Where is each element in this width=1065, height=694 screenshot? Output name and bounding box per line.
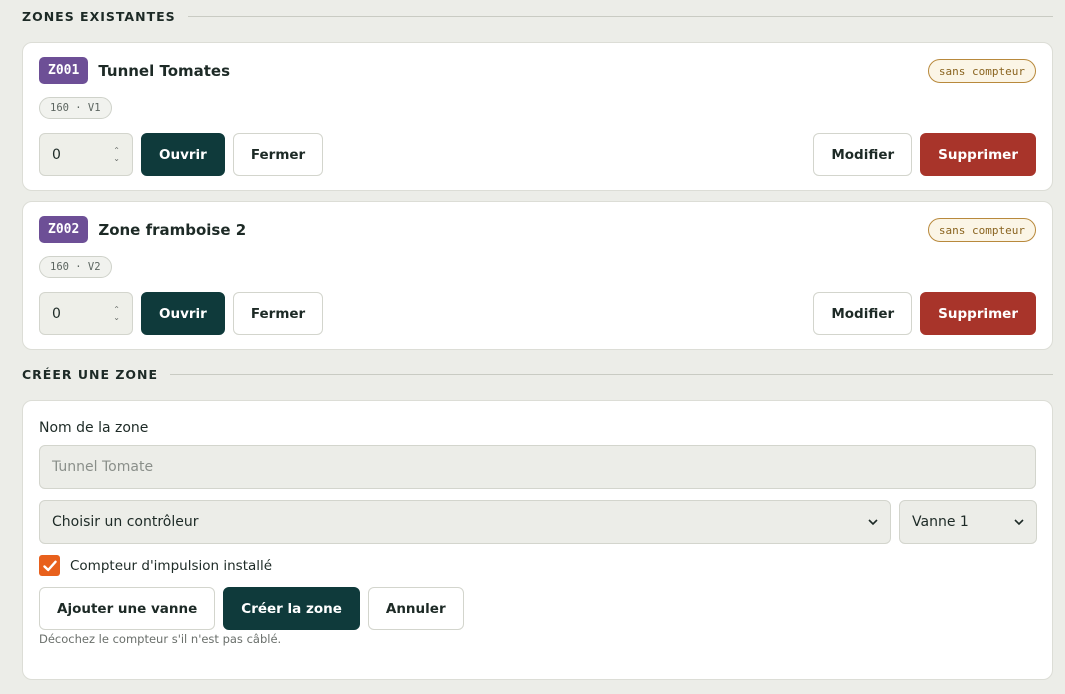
existing-zones-header: ZONES EXISTANTES — [22, 9, 1053, 24]
cancel-button[interactable]: Annuler — [367, 587, 464, 630]
form-actions: Ajouter une vanne Créer la zone Annuler — [39, 587, 464, 630]
zone-name-input[interactable]: Tunnel Tomate — [39, 445, 1036, 489]
open-button[interactable]: Ouvrir — [141, 133, 225, 176]
close-button[interactable]: Fermer — [232, 133, 324, 176]
zone-code-badge: Z002 — [39, 216, 89, 243]
zone-meta-badge: 160 · V2 — [39, 256, 112, 278]
delete-button[interactable]: Supprimer — [920, 133, 1036, 176]
duration-value: 0 — [52, 305, 61, 322]
edit-button[interactable]: Modifier — [813, 133, 913, 176]
counter-checkbox-row: Compteur d'impulsion installé — [39, 555, 272, 576]
chevron-down-icon — [868, 516, 878, 529]
duration-input[interactable]: 0 ⌃ ⌄ — [39, 292, 133, 335]
duration-value: 0 — [52, 146, 61, 163]
section-divider — [187, 16, 1053, 17]
zone-card: Z001 Tunnel Tomates sans compteur 160 · … — [22, 42, 1053, 191]
section-title: CRÉER UNE ZONE — [22, 367, 159, 382]
zone-name: Tunnel Tomates — [98, 61, 231, 80]
chevron-down-icon — [1014, 516, 1024, 529]
counter-checkbox[interactable] — [39, 555, 60, 576]
delete-button[interactable]: Supprimer — [920, 292, 1036, 335]
section-title: ZONES EXISTANTES — [22, 9, 176, 24]
zone-actions: 0 ⌃ ⌄ Ouvrir Fermer Modifier Supprimer — [39, 133, 1036, 176]
open-button[interactable]: Ouvrir — [141, 292, 225, 335]
spinner-arrows-icon[interactable]: ⌃ ⌄ — [113, 305, 120, 322]
valve-select[interactable]: Vanne 1 — [899, 500, 1037, 544]
spinner-arrows-icon[interactable]: ⌃ ⌄ — [113, 146, 120, 163]
create-zone-button[interactable]: Créer la zone — [223, 587, 360, 630]
form-hint: Décochez le compteur s'il n'est pas câbl… — [39, 632, 282, 646]
zone-meta-badge: 160 · V1 — [39, 97, 112, 119]
zone-name: Zone framboise 2 — [98, 220, 247, 239]
zone-header: Z002 Zone framboise 2 — [39, 216, 246, 243]
valve-select-value: Vanne 1 — [912, 514, 969, 530]
counter-checkbox-label: Compteur d'impulsion installé — [70, 557, 273, 574]
create-zone-form: Nom de la zone Tunnel Tomate Choisir un … — [22, 400, 1053, 680]
zone-actions: 0 ⌃ ⌄ Ouvrir Fermer Modifier Supprimer — [39, 292, 1036, 335]
duration-input[interactable]: 0 ⌃ ⌄ — [39, 133, 133, 176]
controller-select[interactable]: Choisir un contrôleur — [39, 500, 891, 544]
check-icon — [42, 560, 57, 571]
zone-name-label: Nom de la zone — [39, 420, 149, 436]
zone-header: Z001 Tunnel Tomates — [39, 57, 230, 84]
controller-select-value: Choisir un contrôleur — [52, 514, 199, 530]
close-button[interactable]: Fermer — [232, 292, 324, 335]
counter-status-badge: sans compteur — [927, 218, 1036, 242]
create-zone-header: CRÉER UNE ZONE — [22, 367, 1053, 382]
add-valve-button[interactable]: Ajouter une vanne — [39, 587, 216, 630]
zone-name-placeholder: Tunnel Tomate — [52, 459, 154, 475]
edit-button[interactable]: Modifier — [813, 292, 913, 335]
zone-code-badge: Z001 — [39, 57, 89, 84]
zone-card: Z002 Zone framboise 2 sans compteur 160 … — [22, 201, 1053, 350]
counter-status-badge: sans compteur — [927, 59, 1036, 83]
section-divider — [170, 374, 1053, 375]
